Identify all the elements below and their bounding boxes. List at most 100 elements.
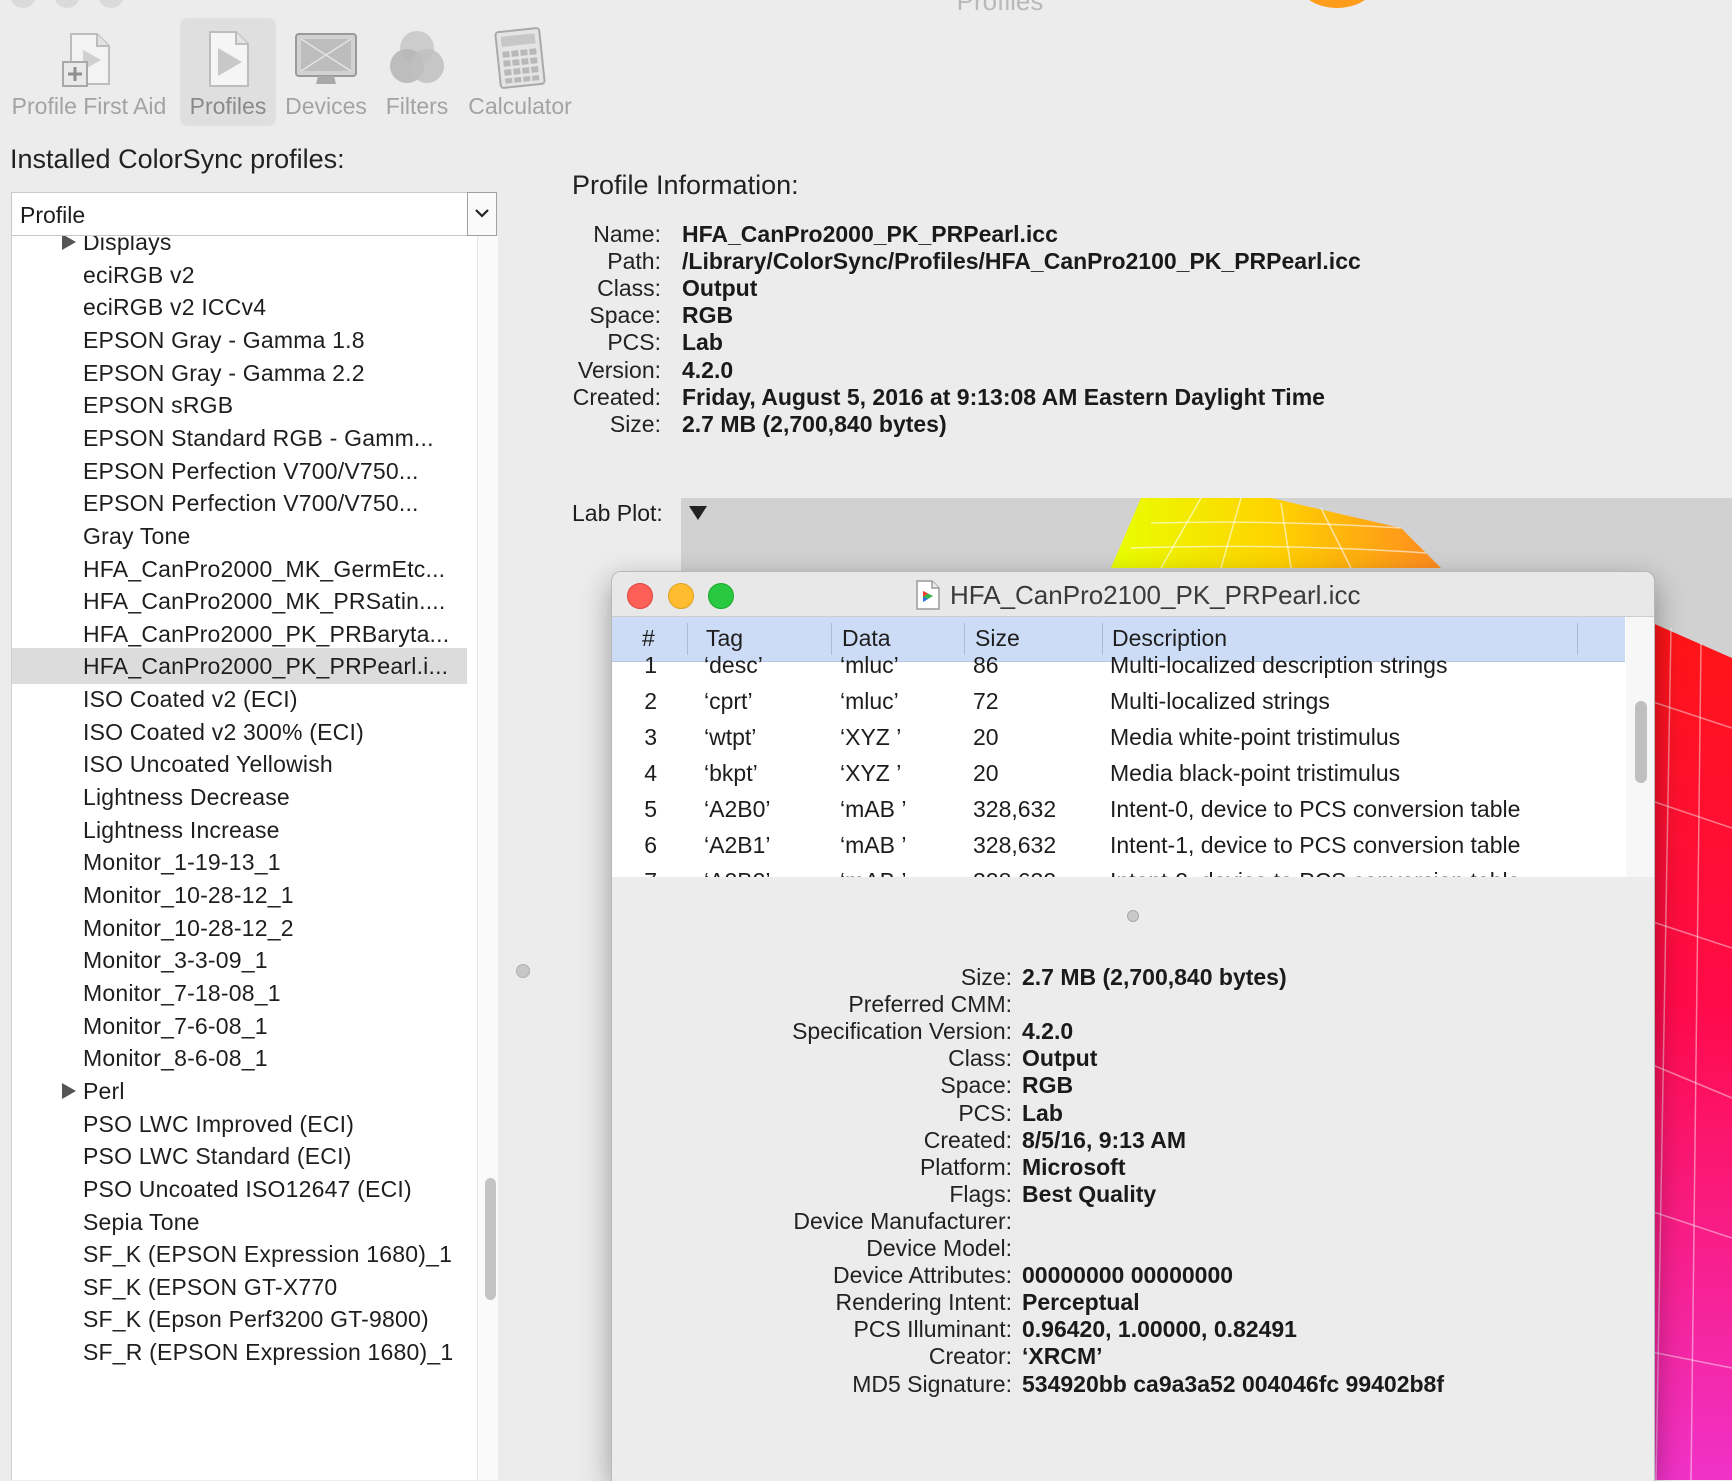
profile-list-item[interactable]: eciRGB v2 (12, 257, 467, 293)
tag-signature: ‘bkpt’ (704, 760, 758, 786)
profile-label: Monitor_10-28-12_2 (83, 914, 294, 941)
tag-signature: ‘cprt’ (704, 688, 753, 714)
profile-list-item[interactable]: Gray Tone (12, 518, 467, 554)
inspector-splitter-handle[interactable] (1127, 910, 1139, 922)
profile-list-item[interactable]: HFA_CanPro2000_PK_PRPearl.i... (12, 648, 467, 685)
toolbar-profiles[interactable]: Profiles (180, 18, 276, 126)
profile-list-item[interactable]: Monitor_7-18-08_1 (12, 975, 467, 1011)
profile-list-item[interactable]: PSO Uncoated ISO12647 (ECI) (12, 1171, 467, 1207)
tag-table-row[interactable]: 6 ‘A2B1’ ‘mAB ’ 328,632 Intent-1, device to … (612, 827, 1625, 863)
tag-table-row[interactable]: 7 ‘A2B2’ ‘mAB ’ 328,632 Intent-2, device to … (612, 863, 1625, 877)
profile-list-item[interactable]: PSO LWC Improved (ECI) (12, 1106, 467, 1142)
tag-table-row[interactable]: 2 ‘cprt’ ‘mluc’ 72 Multi-localized strings (612, 683, 1625, 719)
profile-list-item[interactable]: EPSON Gray - Gamma 1.8 (12, 322, 467, 358)
zoom-button[interactable] (708, 583, 734, 609)
scrollbar-thumb[interactable] (1635, 701, 1647, 783)
info-value: Friday, August 5, 2016 at 9:13:08 AM Eas… (682, 383, 1325, 410)
detail-value: Best Quality (1022, 1180, 1157, 1207)
info-key: Name: (593, 221, 661, 247)
notification-badge (1300, 0, 1374, 8)
toolbar-calculator[interactable]: Calculator (464, 18, 576, 126)
profile-label: Perl (83, 1077, 125, 1104)
inspector-titlebar[interactable]: HFA_CanPro2100_PK_PRPearl.icc (612, 572, 1654, 617)
zoom-window-button[interactable] (98, 0, 124, 8)
profile-list-item[interactable]: EPSON Standard RGB - Gamm... (12, 420, 467, 456)
profile-label: PSO LWC Standard (ECI) (83, 1143, 352, 1170)
disclosure-triangle-icon[interactable] (62, 1082, 76, 1099)
pane-splitter-handle[interactable] (516, 964, 530, 978)
tag-number: 3 (644, 724, 657, 750)
tag-table-row[interactable]: 1 ‘desc’ ‘mluc’ 86 Multi-localized descripti… (612, 647, 1625, 683)
profile-label: Monitor_8-6-08_1 (83, 1045, 268, 1072)
profile-list-item[interactable]: HFA_CanPro2000_MK_GermEtc... (12, 551, 467, 587)
profile-list-item[interactable]: EPSON Gray - Gamma 2.2 (12, 355, 467, 391)
profile-inspector-window[interactable]: HFA_CanPro2100_PK_PRPearl.icc # Tag Data… (611, 571, 1655, 1481)
profile-list-item[interactable]: Lightness Increase (12, 812, 467, 848)
detail-key: MD5 Signature: (852, 1370, 1012, 1397)
detail-key: Flags: (949, 1180, 1012, 1207)
profile-list-scrollbar[interactable] (477, 236, 498, 1480)
profile-list-item[interactable]: ISO Coated v2 (ECI) (12, 681, 467, 717)
profile-list[interactable]: Displays eciRGB v2 eciRGB v2 ICCv4 EPSON Gr… (11, 236, 498, 1480)
tag-signature: ‘desc’ (704, 652, 763, 678)
tag-table-row[interactable]: 3 ‘wtpt’ ‘XYZ ’ 20 Media white-point tristim… (612, 719, 1625, 755)
tag-data-type: ‘XYZ ’ (840, 760, 902, 786)
tag-table-row[interactable]: 4 ‘bkpt’ ‘XYZ ’ 20 Media black-point tristim… (612, 755, 1625, 791)
window-title: Profiles (956, 0, 1044, 16)
profile-column-header[interactable]: Profile (11, 192, 497, 236)
profile-list-item[interactable]: Monitor_10-28-12_2 (12, 910, 467, 946)
tag-number: 5 (644, 796, 657, 822)
scrollbar-thumb[interactable] (485, 1178, 496, 1300)
profile-list-item[interactable]: HFA_CanPro2000_PK_PRBaryta... (12, 616, 467, 652)
profile-list-item[interactable]: PSO LWC Standard (ECI) (12, 1138, 467, 1174)
profile-list-item[interactable]: EPSON Perfection V700/V750... (12, 485, 467, 521)
profile-list-item[interactable]: SF_K (Epson Perf3200 GT-9800) (12, 1301, 467, 1337)
toolbar-devices[interactable]: Devices (282, 18, 370, 126)
tag-data-type: ‘mluc’ (840, 652, 899, 678)
minimize-window-button[interactable] (54, 0, 80, 8)
profile-list-item[interactable]: SF_K (EPSON GT-X770 (12, 1269, 467, 1305)
profile-list-item[interactable]: ISO Uncoated Yellowish (12, 746, 467, 782)
profile-list-item[interactable]: Monitor_1-19-13_1 (12, 844, 467, 880)
profile-list-item[interactable]: eciRGB v2 ICCv4 (12, 289, 467, 325)
profile-list-item[interactable]: Lightness Decrease (12, 779, 467, 815)
detail-key: Platform: (919, 1153, 1012, 1180)
tag-size: 20 (973, 724, 999, 750)
toolbar-filters[interactable]: Filters (376, 18, 458, 126)
close-button[interactable] (627, 583, 653, 609)
tag-table[interactable]: # Tag Data Size Description 1 ‘desc’ ‘mluc… (612, 617, 1654, 877)
profile-list-item[interactable]: Monitor_3-3-09_1 (12, 942, 467, 978)
disclosure-triangle-icon[interactable] (62, 236, 76, 250)
profile-label: PSO LWC Improved (ECI) (83, 1110, 355, 1137)
detail-value: 534920bb ca9a3a52 004046fc 99402b8f (1022, 1370, 1445, 1397)
inspector-title: HFA_CanPro2100_PK_PRPearl.icc (950, 580, 1361, 610)
detail-key: Device Attributes: (833, 1262, 1012, 1289)
tag-table-scrollbar[interactable] (1626, 617, 1654, 877)
tag-description: Multi-localized strings (1110, 688, 1330, 714)
detail-value: 00000000 00000000 (1022, 1262, 1234, 1289)
minimize-button[interactable] (668, 583, 694, 609)
profile-list-item[interactable]: Monitor_7-6-08_1 (12, 1008, 467, 1044)
detail-key: PCS: (958, 1099, 1012, 1126)
profile-list-item[interactable]: HFA_CanPro2000_MK_PRSatin.... (12, 583, 467, 619)
profile-list-item[interactable]: Monitor_8-6-08_1 (12, 1040, 467, 1076)
profile-list-item[interactable]: Sepia Tone (12, 1204, 467, 1240)
toolbar-label: Devices (285, 93, 367, 119)
profile-label: SF_K (EPSON Expression 1680)_1 (83, 1241, 453, 1268)
profile-list-item[interactable]: SF_K (EPSON Expression 1680)_1 (12, 1236, 467, 1272)
close-window-button[interactable] (10, 0, 36, 8)
profile-label: PSO Uncoated ISO12647 (ECI) (83, 1175, 412, 1202)
tag-description: Intent-2, device to PCS conversion table (1110, 863, 1520, 877)
profile-group-row[interactable]: Perl (12, 1073, 467, 1109)
lab-plot-disclosure-triangle[interactable] (689, 506, 707, 520)
detail-key: Size: (960, 964, 1012, 990)
profile-list-item[interactable]: EPSON Perfection V700/V750... (12, 453, 467, 489)
profile-list-item[interactable]: SF_R (EPSON Expression 1680)_1 (12, 1334, 467, 1370)
sort-dropdown-button[interactable] (467, 192, 497, 236)
profile-list-item[interactable]: ISO Coated v2 300% (ECI) (12, 714, 467, 750)
tag-table-row[interactable]: 5 ‘A2B0’ ‘mAB ’ 328,632 Intent-0, device to … (612, 791, 1625, 827)
profile-list-item[interactable]: EPSON sRGB (12, 387, 467, 423)
toolbar-profile-first-aid[interactable]: Profile First Aid (6, 18, 172, 126)
profile-list-item[interactable]: Monitor_10-28-12_1 (12, 877, 467, 913)
detail-key: PCS Illuminant: (853, 1316, 1012, 1343)
